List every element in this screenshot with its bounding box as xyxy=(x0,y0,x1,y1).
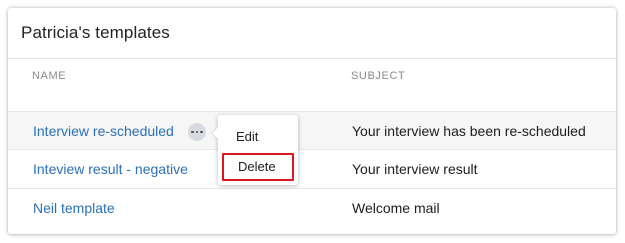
template-name-link[interactable]: Interview re-scheduled xyxy=(33,123,174,139)
column-header-name: NAME xyxy=(32,70,67,82)
table-row[interactable]: Interview re-scheduled Your interview ha… xyxy=(8,111,616,150)
more-options-button[interactable] xyxy=(188,123,206,141)
template-subject: Your interview has been re-scheduled xyxy=(352,123,586,139)
row-context-menu: Edit Delete xyxy=(218,115,298,185)
title-divider xyxy=(8,58,616,59)
template-name-link[interactable]: Inteview result - negative xyxy=(33,161,188,177)
template-subject: Welcome mail xyxy=(352,200,440,216)
panel-title: Patricia's templates xyxy=(21,23,170,42)
delete-menu-item[interactable]: Delete xyxy=(222,153,294,181)
more-options-icon-dot xyxy=(195,130,199,134)
edit-menu-item[interactable]: Edit xyxy=(218,124,298,150)
template-subject: Your interview result xyxy=(352,161,478,177)
more-options-icon-dot xyxy=(200,130,203,134)
template-name-link[interactable]: Neil template xyxy=(33,200,115,216)
more-options-icon xyxy=(191,130,194,134)
column-header-subject: SUBJECT xyxy=(351,70,406,82)
table-row[interactable]: Inteview result - negative Your intervie… xyxy=(8,150,616,189)
table-row[interactable]: Neil template Welcome mail xyxy=(8,189,616,228)
templates-panel: Patricia's templates NAME SUBJECT Interv… xyxy=(8,8,616,234)
